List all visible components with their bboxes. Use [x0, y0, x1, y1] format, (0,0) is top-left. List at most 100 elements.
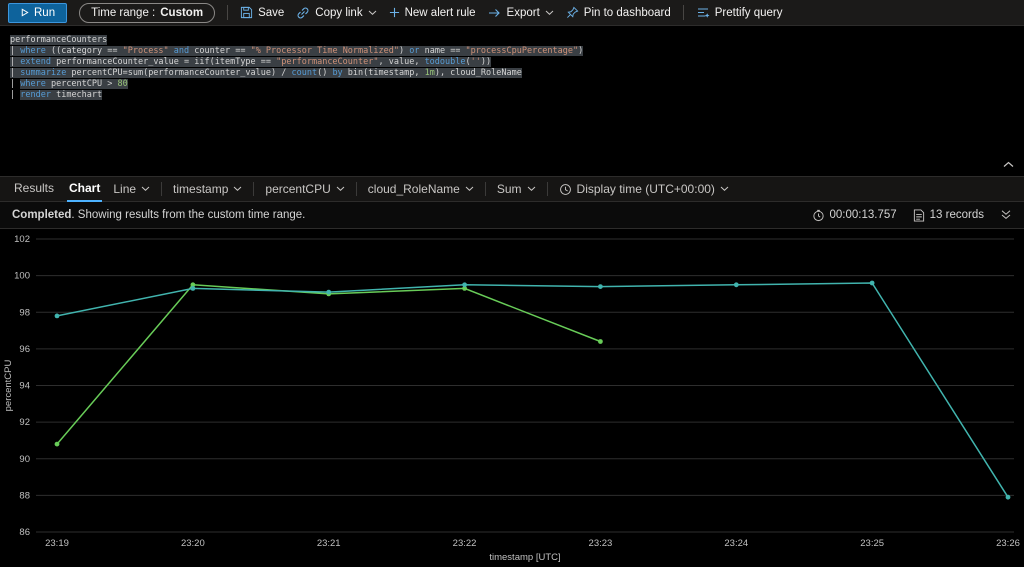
- y-tick-label: 88: [19, 490, 30, 501]
- double-chevron-down-icon[interactable]: [1000, 209, 1012, 221]
- y-tick-label: 90: [19, 454, 30, 465]
- data-point[interactable]: [462, 282, 467, 288]
- time-range-value: Custom: [160, 6, 204, 19]
- query-token: (: [465, 57, 471, 67]
- tab-chart-label: Chart: [69, 181, 101, 195]
- x-axis-title: timestamp [UTC]: [489, 552, 560, 563]
- divider: [546, 182, 548, 196]
- tab-results[interactable]: Results: [12, 177, 56, 202]
- chart-type-dropdown[interactable]: Line: [113, 182, 150, 196]
- y-tick-label: 98: [19, 307, 30, 318]
- query-line: | where percentCPU > 80: [10, 79, 1024, 90]
- query-token: performanceCounters: [10, 35, 108, 45]
- data-point[interactable]: [598, 284, 603, 289]
- x-tick-label: 23:21: [317, 538, 341, 549]
- toolbar-divider: [227, 5, 229, 20]
- status-bar: Completed. Showing results from the cust…: [0, 202, 1024, 229]
- time-range-button[interactable]: Time range : Custom: [79, 2, 216, 23]
- aggregation-dropdown[interactable]: Sum: [497, 182, 536, 196]
- chart-type-value: Line: [113, 182, 137, 196]
- link-icon: [296, 6, 310, 20]
- export-label: Export: [506, 6, 540, 19]
- query-token: where: [20, 46, 46, 56]
- data-point[interactable]: [54, 313, 60, 319]
- status-completed: Completed: [12, 209, 72, 221]
- query-token: 80: [117, 79, 128, 89]
- query-token: |: [10, 46, 21, 56]
- query-token: name ==: [419, 46, 466, 56]
- data-point[interactable]: [733, 282, 739, 288]
- display-time-dropdown[interactable]: Display time (UTC+00:00): [559, 182, 729, 196]
- pin-to-dashboard-button[interactable]: Pin to dashboard: [566, 6, 671, 19]
- export-icon: [488, 6, 502, 20]
- run-button[interactable]: Run: [8, 2, 68, 23]
- query-lines: performanceCounters | where ((category ==…: [10, 35, 1024, 101]
- timechart-svg[interactable]: 86 88 90 92 94 96 98 100 102 23:19 23:20 23:21 23:22…: [0, 229, 1024, 567]
- stopwatch-icon: [812, 209, 825, 222]
- split-by-value: cloud_RoleName: [367, 182, 460, 196]
- data-point[interactable]: [869, 280, 875, 286]
- query-token: percentCPU >: [45, 79, 118, 89]
- record-count-value: 13 records: [929, 209, 984, 221]
- prettify-query-button[interactable]: Prettify query: [696, 6, 783, 20]
- divider: [484, 182, 486, 196]
- x-tick-label: 23:22: [453, 538, 477, 549]
- query-token: ): [578, 46, 584, 56]
- plus-icon: [389, 7, 400, 18]
- query-token: '': [470, 57, 481, 67]
- query-token: by: [332, 68, 343, 78]
- prettify-query-label: Prettify query: [714, 6, 783, 19]
- query-token: todouble: [424, 57, 466, 67]
- data-point[interactable]: [1005, 494, 1011, 500]
- series-line: [56, 284, 601, 445]
- chevron-down-icon: [545, 10, 554, 16]
- query-token: summarize: [20, 68, 67, 78]
- pin-icon: [566, 6, 579, 19]
- save-button[interactable]: Save: [240, 6, 284, 19]
- query-token: "processCpuPercentage": [465, 46, 579, 56]
- new-alert-rule-button[interactable]: New alert rule: [389, 7, 476, 19]
- copy-link-label: Copy link: [315, 6, 363, 19]
- y-tick-label: 96: [19, 344, 30, 355]
- query-line: | render timechart: [10, 90, 1024, 101]
- collapse-editor-icon[interactable]: [1003, 161, 1014, 172]
- query-line: performanceCounters: [10, 35, 1024, 46]
- x-tick-label: 23:19: [45, 538, 69, 549]
- query-token: and: [173, 46, 190, 56]
- chevron-down-icon: [336, 186, 345, 192]
- y-tick-label: 92: [19, 417, 30, 428]
- export-button[interactable]: Export: [488, 6, 554, 20]
- split-by-dropdown[interactable]: cloud_RoleName: [368, 182, 474, 196]
- query-token: extend: [20, 57, 51, 67]
- prettify-icon: [696, 6, 710, 20]
- query-token: ): [398, 46, 410, 56]
- y-tick-label: 94: [19, 381, 30, 392]
- data-point[interactable]: [326, 289, 332, 295]
- y-axis-title: percentCPU: [3, 359, 14, 411]
- query-token: render: [20, 90, 51, 100]
- x-tick-label: 23:25: [860, 538, 884, 549]
- run-label: Run: [34, 6, 56, 19]
- data-point[interactable]: [190, 286, 196, 291]
- y-tick-label: 100: [14, 271, 30, 282]
- query-token: |: [10, 79, 21, 89]
- x-axis-dropdown[interactable]: timestamp: [173, 182, 242, 196]
- y-axis-dropdown[interactable]: percentCPU: [265, 182, 345, 196]
- query-editor[interactable]: performanceCounters | where ((category ==…: [0, 26, 1024, 176]
- copy-link-button[interactable]: Copy link: [296, 6, 376, 20]
- query-token: , value,: [378, 57, 425, 67]
- records-icon: [913, 208, 925, 222]
- divider: [355, 182, 357, 196]
- query-token: ), cloud_RoleName: [434, 68, 522, 78]
- divider: [253, 182, 255, 196]
- query-token: "performanceCounter": [276, 57, 379, 67]
- query-token: performanceCounter_value = iif(itemType …: [50, 57, 277, 67]
- tab-results-label: Results: [14, 181, 55, 195]
- clock-icon: [559, 183, 572, 196]
- data-point[interactable]: [598, 339, 603, 344]
- aggregation-value: Sum: [496, 182, 522, 196]
- tab-chart[interactable]: Chart: [67, 177, 103, 202]
- x-tick-label: 23:24: [724, 538, 748, 549]
- query-token: |: [10, 68, 21, 78]
- data-point[interactable]: [54, 441, 60, 447]
